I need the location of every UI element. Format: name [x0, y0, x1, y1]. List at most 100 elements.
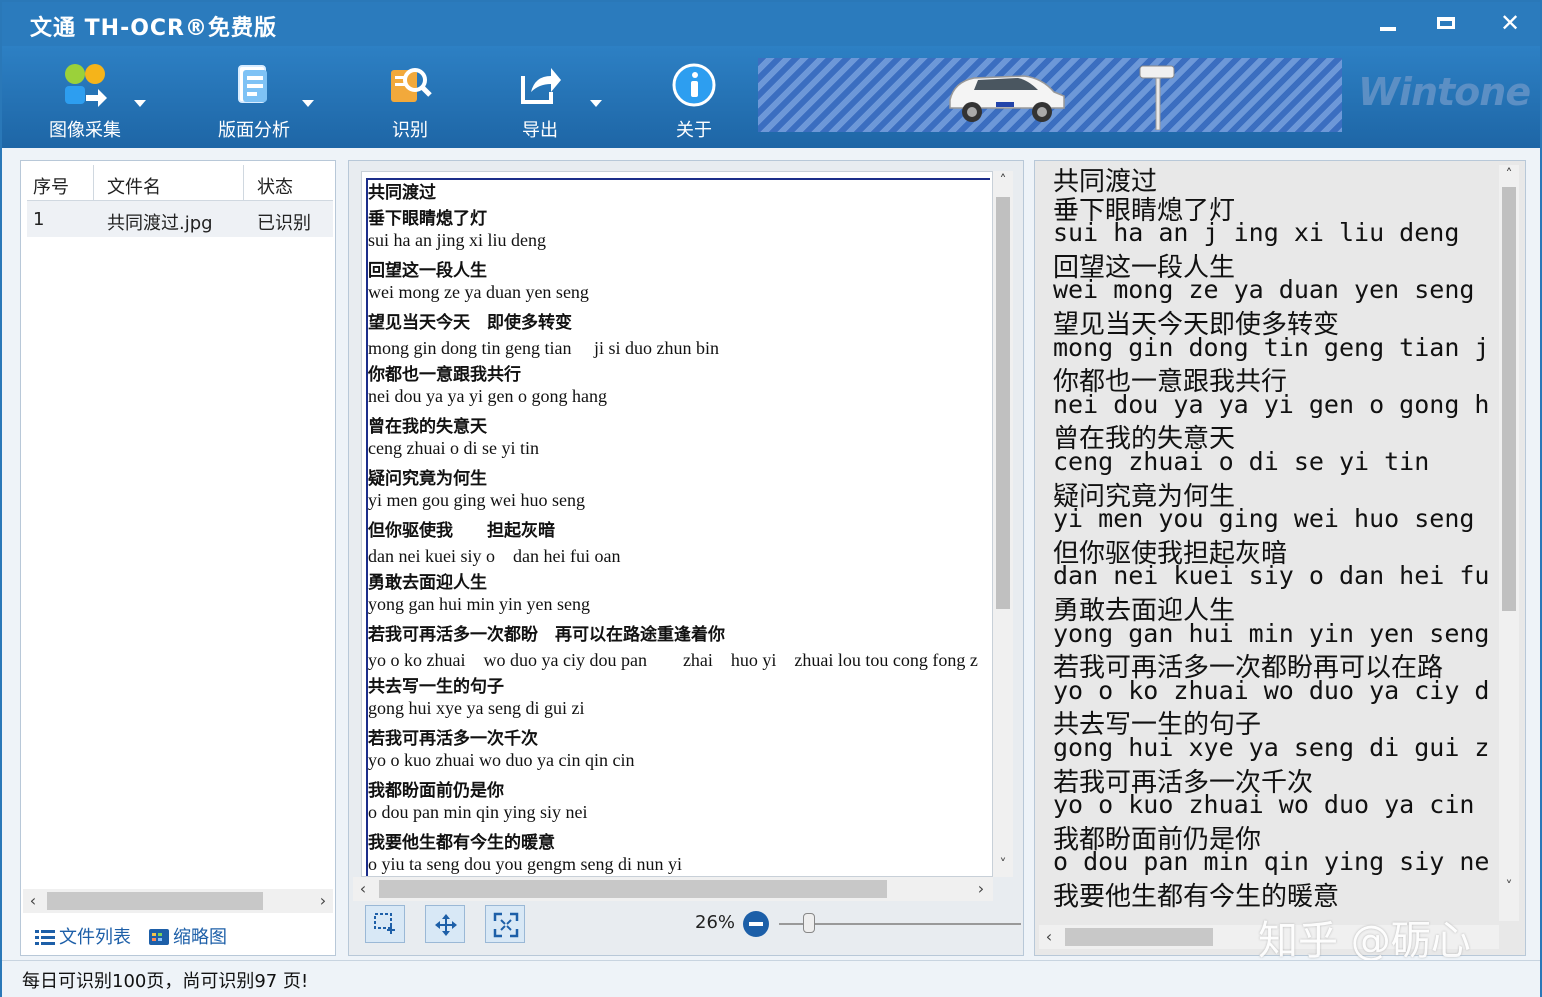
status-bar: 每日可识别100页，尚可识别97 页! — [2, 960, 1540, 997]
layout-analysis-button[interactable]: 版面分析 — [208, 56, 314, 141]
scroll-left-icon[interactable]: ‹ — [1039, 925, 1059, 949]
result-text-line: wei mong ze ya duan yen seng — [1053, 275, 1475, 305]
scroll-thumb[interactable] — [996, 197, 1010, 609]
result-text-line: dan nei kuei siy o dan hei fu — [1053, 561, 1490, 591]
image-text-line: dan nei kuei siy o dan hei fui oan — [368, 546, 621, 566]
ad-banner[interactable] — [758, 58, 1342, 132]
tab-file-list[interactable]: 文件列表 — [35, 923, 131, 949]
image-text-line: sui ha an jing xi liu deng — [368, 230, 546, 250]
car-image — [949, 75, 1065, 122]
image-canvas[interactable]: 共同渡过 垂下眼睛熄了灯 sui ha an jing xi liu deng 回望这… — [361, 171, 993, 877]
move-icon — [435, 914, 457, 936]
scroll-right-icon[interactable]: › — [971, 877, 991, 901]
image-text-line: gong hui xye ya seng di gui zi — [368, 698, 585, 718]
image-text-line: wei mong ze ya duan yen seng — [368, 282, 589, 302]
layout-analysis-label: 版面分析 — [218, 120, 290, 141]
result-text-line: o dou pan min qin ying siy ne — [1053, 847, 1490, 877]
image-text-line: mong gin dong tin geng tian ji si duo zh… — [368, 338, 719, 358]
image-vscrollbar[interactable]: ˄ ˅ — [993, 171, 1013, 877]
about-button[interactable]: 关于 — [662, 56, 726, 141]
layout-analysis-icon — [238, 65, 267, 103]
scroll-thumb[interactable] — [379, 880, 887, 898]
main-toolbar: 图像采集 版面分析 识别 导出 关于 Wintone — [2, 46, 1540, 148]
close-button[interactable]: ✕ — [1492, 8, 1528, 38]
zoom-out-icon[interactable] — [743, 911, 769, 937]
image-text-line: 若我可再活多一次都盼 再可以在路途重逢着你 — [368, 625, 725, 645]
chevron-down-icon[interactable] — [590, 100, 602, 107]
result-text-line: yo o ko zhuai wo duo ya ciy d — [1053, 675, 1490, 705]
result-text-panel[interactable]: 共同渡过 垂下眼睛熄了灯 sui ha an j ing xi liu deng 回望… — [1034, 160, 1526, 956]
image-capture-button[interactable]: 图像采集 — [42, 56, 146, 141]
result-text-area[interactable]: 共同渡过 垂下眼睛熄了灯 sui ha an j ing xi liu deng 回望… — [1053, 161, 1493, 921]
recognize-label: 识别 — [392, 120, 428, 141]
camera-pole-image — [1139, 65, 1175, 130]
image-text-line: 你都也一意跟我共行 — [368, 365, 521, 385]
image-text-line: 若我可再活多一次千次 — [368, 729, 538, 749]
maximize-button[interactable] — [1428, 8, 1464, 38]
close-icon: ✕ — [1499, 9, 1521, 37]
image-text-line: yong gan hui min yin yen seng — [368, 594, 590, 614]
image-text-line: yo o kuo zhuai wo duo ya cin qin cin — [368, 750, 635, 770]
export-label: 导出 — [522, 120, 558, 141]
table-row[interactable]: 1 共同渡过.jpg 已识别 — [27, 201, 333, 237]
recognize-button[interactable]: 识别 — [374, 56, 446, 141]
tab-file-list-label: 文件列表 — [59, 927, 131, 948]
result-text-line: yi men you ging wei huo seng — [1053, 504, 1475, 534]
result-text-line: mong gin dong tin geng tian j — [1053, 332, 1490, 362]
select-region-icon — [374, 913, 395, 934]
select-region-button[interactable] — [365, 905, 405, 943]
recognize-icon — [391, 68, 432, 102]
chevron-down-icon[interactable] — [134, 100, 146, 107]
scroll-down-icon[interactable]: ˅ — [993, 857, 1013, 873]
column-divider — [243, 165, 244, 201]
tab-thumbnails-label: 缩略图 — [173, 927, 227, 948]
result-text-line: nei dou ya ya yi gen o gong h — [1053, 389, 1490, 419]
chevron-down-icon[interactable] — [302, 100, 314, 107]
image-text-line: 疑问究竟为何生 — [368, 469, 487, 489]
tab-thumbnails[interactable]: 缩略图 — [149, 923, 227, 949]
image-view-panel: 共同渡过 垂下眼睛熄了灯 sui ha an jing xi liu deng 回望这… — [348, 160, 1024, 956]
result-text-line: yo o kuo zhuai wo duo ya cin — [1053, 790, 1475, 820]
scroll-left-icon[interactable]: ‹ — [23, 889, 43, 913]
file-table: 序号 文件名 状态 1 共同渡过.jpg 已识别 — [27, 165, 333, 237]
result-vscrollbar[interactable]: ˄ ˅ — [1499, 165, 1519, 921]
title-bar[interactable]: 文通 TH-OCR®免费版 ✕ — [2, 2, 1540, 46]
scroll-right-icon[interactable]: › — [313, 889, 333, 913]
zoom-slider-track[interactable] — [779, 923, 1021, 925]
scroll-up-icon[interactable]: ˄ — [993, 173, 1013, 189]
image-text-line: 共同渡过 — [368, 183, 436, 203]
brand-logo: Wintone — [1358, 70, 1531, 114]
column-divider — [93, 165, 94, 201]
row-index: 1 — [33, 209, 45, 230]
status-text: 每日可识别100页，尚可识别97 页! — [22, 971, 309, 992]
column-header-filename[interactable]: 文件名 — [107, 173, 161, 199]
image-text-line: yi men gou ging wei huo seng — [368, 490, 585, 510]
pan-button[interactable] — [425, 905, 465, 943]
scroll-left-icon[interactable]: ‹ — [353, 877, 373, 901]
scroll-thumb[interactable] — [1502, 187, 1516, 611]
column-header-status[interactable]: 状态 — [257, 173, 293, 199]
fit-window-button[interactable] — [485, 905, 525, 943]
file-list-panel: 序号 文件名 状态 1 共同渡过.jpg 已识别 ‹ › 文件列表 缩略图 — [20, 160, 336, 956]
image-text-line: yo o ko zhuai wo duo ya ciy dou pan zhai… — [368, 650, 978, 670]
window-title: 文通 TH-OCR®免费版 — [30, 16, 277, 41]
list-icon — [35, 930, 55, 945]
image-text-line: ceng zhuai o di se yi tin — [368, 438, 539, 458]
zoom-slider-thumb[interactable] — [803, 913, 815, 933]
image-text-line: 我都盼面前仍是你 — [368, 781, 504, 801]
image-text-line: 勇敢去面迎人生 — [368, 573, 487, 593]
info-icon — [672, 63, 716, 107]
file-list-hscrollbar[interactable]: ‹ › — [23, 889, 333, 913]
row-status: 已识别 — [257, 213, 311, 234]
image-hscrollbar[interactable]: ‹ › — [353, 877, 993, 901]
export-button[interactable]: 导出 — [506, 56, 602, 141]
result-text-line: sui ha an j ing xi liu deng — [1053, 218, 1460, 248]
scroll-down-icon[interactable]: ˅ — [1499, 879, 1519, 895]
scroll-thumb[interactable] — [47, 892, 263, 910]
scroll-thumb[interactable] — [1065, 928, 1213, 946]
image-text-line: 共去写一生的句子 — [368, 677, 504, 697]
minimize-button[interactable] — [1370, 8, 1406, 38]
column-header-index[interactable]: 序号 — [33, 173, 69, 199]
scroll-up-icon[interactable]: ˄ — [1499, 167, 1519, 183]
result-text-line: ceng zhuai o di se yi tin — [1053, 447, 1430, 476]
